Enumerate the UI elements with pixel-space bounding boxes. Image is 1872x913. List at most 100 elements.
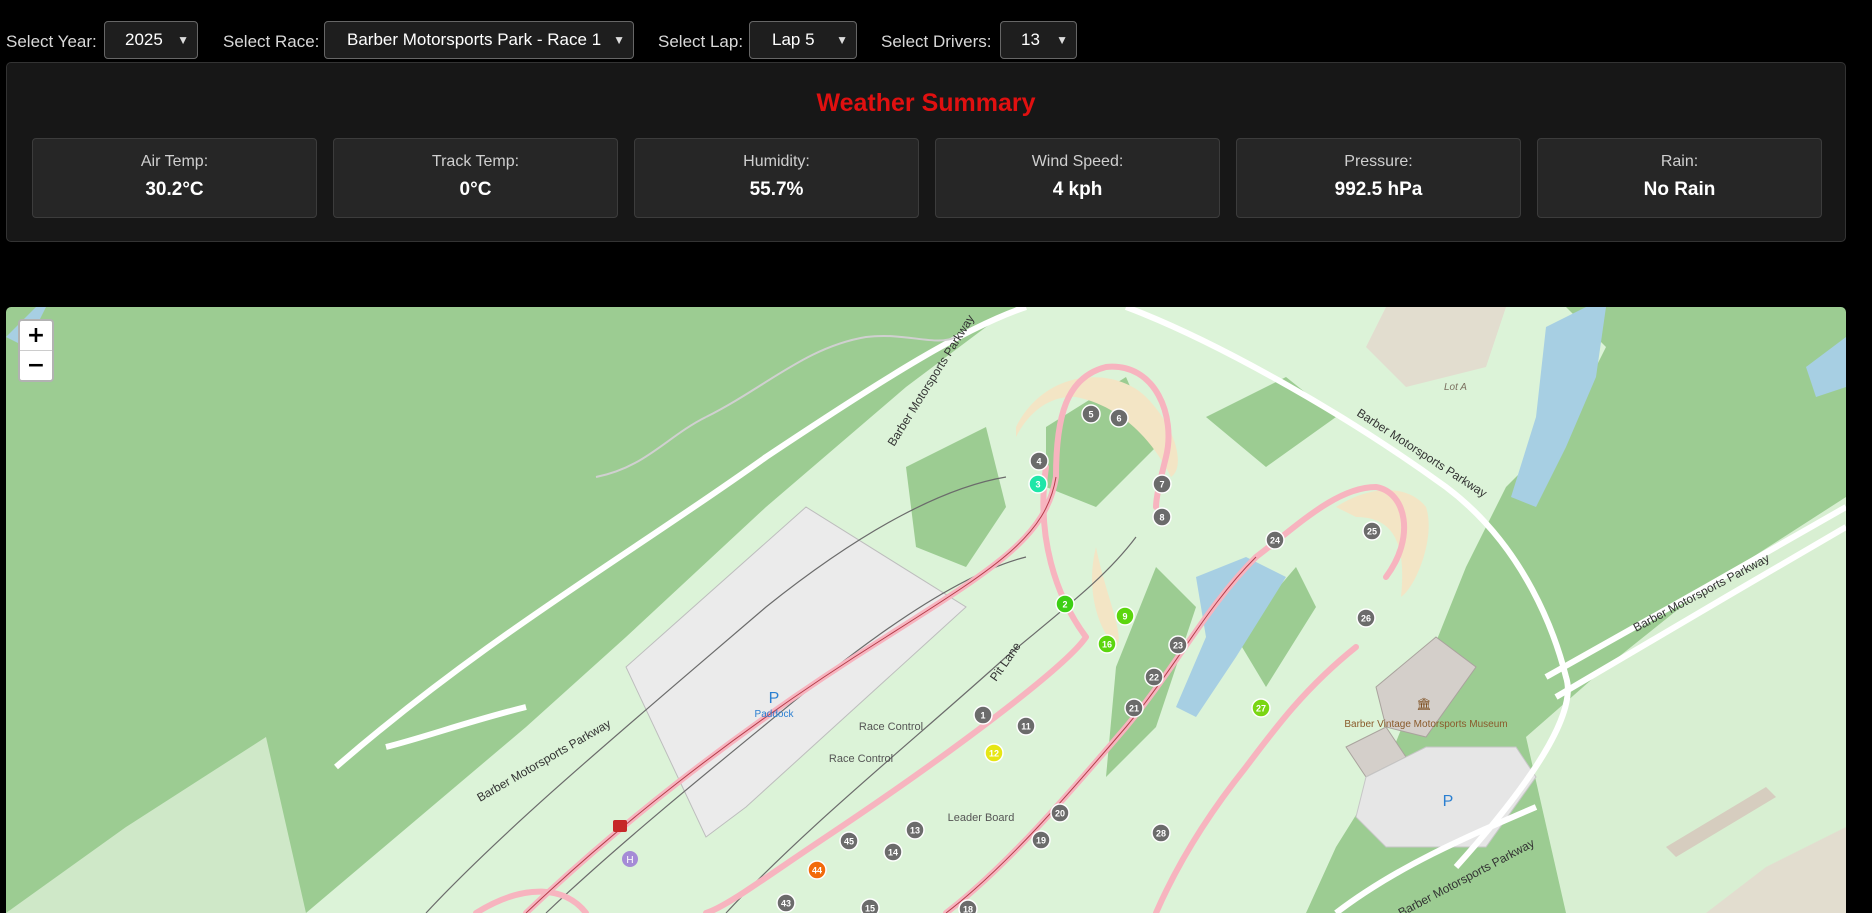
helipad-label: H	[626, 855, 633, 866]
lap-label: Select Lap:	[658, 32, 744, 51]
weather-card-humidity: Humidity: 55.7%	[634, 138, 919, 218]
svg-text:24: 24	[1270, 536, 1280, 546]
first-aid-icon	[613, 820, 627, 832]
svg-text:7: 7	[1159, 480, 1164, 490]
weather-card-air-temp: Air Temp: 30.2°C	[32, 138, 317, 218]
svg-text:23: 23	[1173, 641, 1183, 651]
selection-bar: Select Year: 2025 ▼ Select Race: Barber …	[0, 20, 1872, 62]
svg-text:5: 5	[1088, 410, 1093, 420]
chevron-down-icon: ▼	[177, 33, 189, 47]
weather-card-value: 55.7%	[749, 179, 804, 200]
turn-marker: 21	[1124, 698, 1144, 718]
lap-select[interactable]: Lap 5 ▼	[749, 21, 857, 59]
year-select-value: 2025	[125, 30, 163, 49]
weather-card-label: Track Temp:	[431, 153, 520, 170]
svg-text:9: 9	[1122, 612, 1127, 622]
svg-text:18: 18	[963, 905, 973, 913]
turn-marker: 6	[1109, 408, 1129, 428]
drivers-select-value: 13	[1021, 30, 1040, 49]
svg-text:3: 3	[1035, 480, 1040, 490]
driver-marker[interactable]: 3	[1028, 474, 1048, 494]
turn-marker: 43	[776, 893, 796, 913]
svg-text:4: 4	[1036, 457, 1041, 467]
map-tiles: Barber Motorsports Parkway Barber Motors…	[6, 307, 1846, 913]
svg-text:13: 13	[910, 826, 920, 836]
year-label: Select Year:	[6, 32, 97, 51]
driver-marker[interactable]: 44	[807, 860, 827, 880]
race-label: Select Race:	[223, 32, 320, 51]
zoom-in-button[interactable]: +	[20, 321, 52, 350]
weather-title: Weather Summary	[816, 89, 1036, 117]
weather-card-label: Humidity:	[743, 153, 810, 170]
weather-card-pressure: Pressure: 992.5 hPa	[1236, 138, 1521, 218]
turn-marker: 5	[1081, 404, 1101, 424]
weather-card-track-temp: Track Temp: 0°C	[333, 138, 618, 218]
svg-text:6: 6	[1116, 414, 1121, 424]
turn-marker: 7	[1152, 474, 1172, 494]
race-select[interactable]: Barber Motorsports Park - Race 1 ▼	[324, 21, 634, 59]
turn-marker: 45	[839, 831, 859, 851]
weather-card-rain: Rain: No Rain	[1537, 138, 1822, 218]
svg-text:20: 20	[1055, 809, 1065, 819]
weather-card-value: 30.2°C	[145, 179, 204, 200]
turn-marker: 11	[1016, 716, 1036, 736]
svg-text:11: 11	[1021, 722, 1031, 732]
turn-marker: 22	[1144, 667, 1164, 687]
lot-label: Lot A	[1444, 382, 1467, 393]
turn-marker: 4	[1029, 451, 1049, 471]
chevron-down-icon: ▼	[613, 33, 625, 47]
turn-marker: 23	[1168, 635, 1188, 655]
chevron-down-icon: ▼	[1056, 33, 1068, 47]
turn-marker: 25	[1362, 521, 1382, 541]
driver-marker[interactable]: 2	[1055, 594, 1075, 614]
turn-marker: 18	[958, 899, 978, 913]
weather-card-label: Rain:	[1660, 153, 1699, 170]
svg-text:43: 43	[781, 899, 791, 909]
svg-text:8: 8	[1159, 513, 1164, 523]
leader-board-label: Leader Board	[948, 812, 1015, 824]
driver-marker[interactable]: 9	[1115, 606, 1135, 626]
drivers-select[interactable]: 13 ▼	[1000, 21, 1077, 59]
driver-marker[interactable]: 16	[1097, 634, 1117, 654]
year-select[interactable]: 2025 ▼	[104, 21, 198, 59]
svg-text:27: 27	[1256, 704, 1266, 714]
turn-marker: 26	[1356, 608, 1376, 628]
race-select-value: Barber Motorsports Park - Race 1	[347, 30, 602, 49]
turn-marker: 24	[1265, 530, 1285, 550]
svg-text:21: 21	[1129, 704, 1139, 714]
lap-select-value: Lap 5	[772, 30, 815, 49]
chevron-down-icon: ▼	[836, 33, 848, 47]
svg-text:44: 44	[812, 866, 822, 876]
weather-card-value: 0°C	[459, 179, 492, 200]
turn-marker: 19	[1031, 830, 1051, 850]
svg-text:45: 45	[844, 837, 854, 847]
museum-label: Barber Vintage Motorsports Museum	[1344, 719, 1507, 730]
svg-text:1: 1	[980, 711, 985, 721]
turn-marker: 1	[973, 705, 993, 725]
zoom-control: + −	[18, 319, 54, 382]
driver-marker[interactable]: 27	[1251, 698, 1271, 718]
turn-marker: 20	[1050, 803, 1070, 823]
paddock-label: Paddock	[755, 709, 795, 720]
svg-text:26: 26	[1361, 614, 1371, 624]
track-map[interactable]: Barber Motorsports Parkway Barber Motors…	[6, 307, 1846, 913]
weather-card-value: 4 kph	[1052, 179, 1103, 200]
museum-icon: 🏛	[1416, 697, 1431, 711]
turn-marker: 28	[1151, 823, 1171, 843]
svg-text:22: 22	[1149, 673, 1159, 683]
turn-marker: 15	[860, 898, 880, 913]
weather-card-wind-speed: Wind Speed: 4 kph	[935, 138, 1220, 218]
svg-text:25: 25	[1367, 527, 1377, 537]
weather-card-value: 992.5 hPa	[1334, 179, 1423, 200]
svg-text:12: 12	[989, 749, 999, 759]
svg-text:14: 14	[888, 848, 898, 858]
parking-icon: P	[769, 690, 780, 707]
weather-card-label: Pressure:	[1344, 153, 1413, 170]
svg-text:16: 16	[1102, 640, 1112, 650]
zoom-out-button[interactable]: −	[20, 350, 52, 380]
turn-marker: 8	[1152, 507, 1172, 527]
drivers-label: Select Drivers:	[881, 32, 992, 51]
turn-marker: 14	[883, 842, 903, 862]
driver-marker[interactable]: 12	[984, 743, 1004, 763]
svg-text:2: 2	[1062, 600, 1067, 610]
